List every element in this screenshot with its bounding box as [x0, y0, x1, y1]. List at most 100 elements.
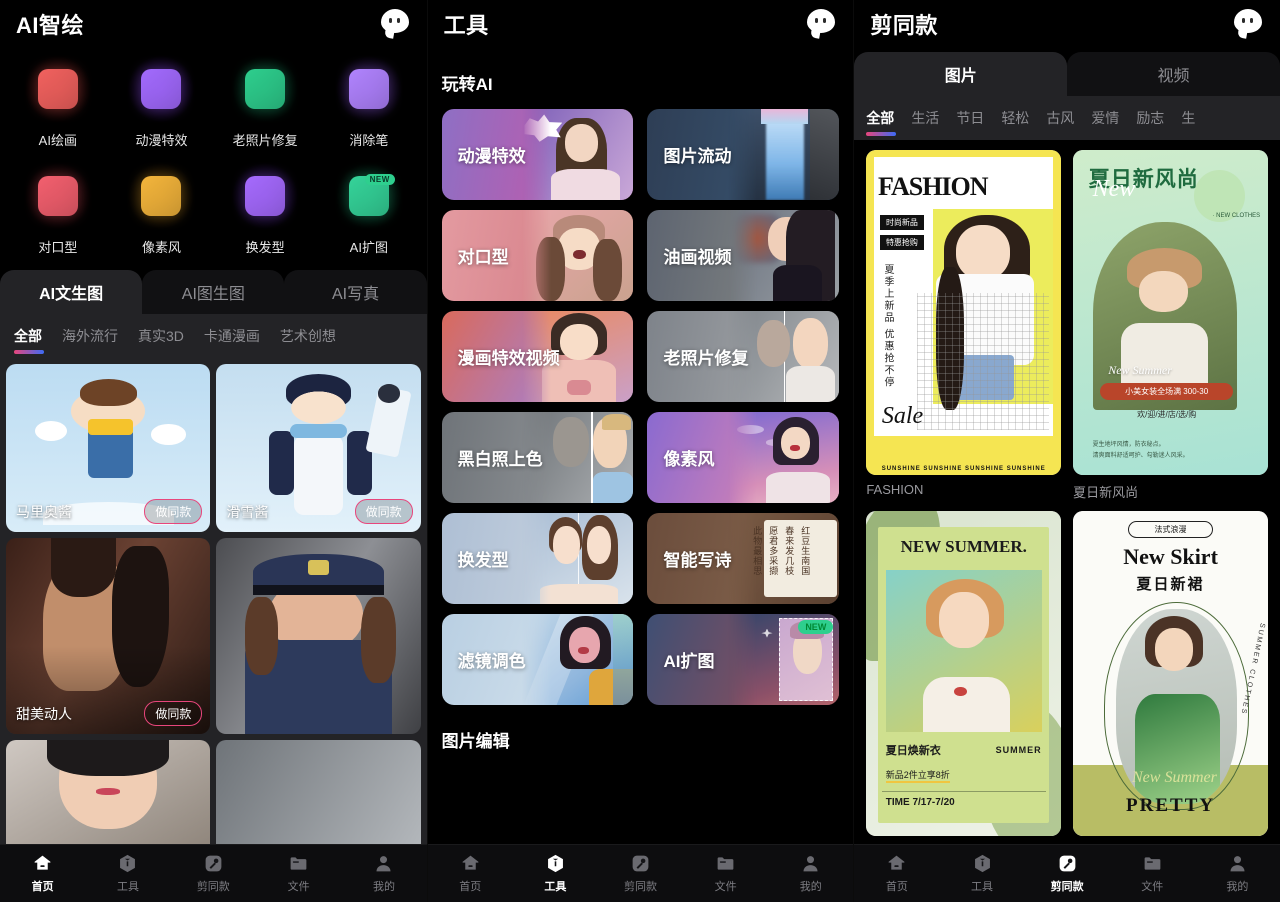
nav-item-label: 首页 [459, 878, 481, 894]
gallery-card[interactable]: 甜美动人做同款 [6, 538, 210, 734]
poster-script: New Summer [1100, 769, 1248, 787]
gallery-card[interactable]: 马里奥酱做同款 [6, 364, 210, 532]
magic-key-icon [630, 853, 651, 874]
tool-card[interactable]: 像素风 [647, 412, 839, 503]
poster-note: 夏生地坪风情，防衣秘点。 清爽面料舒适呵护、勾勒迷人风采。 [1093, 440, 1249, 462]
filter-1[interactable]: 海外流行 [62, 326, 118, 354]
nav-item-magic-key[interactable]: 剪同款 [1025, 853, 1110, 894]
nav-item-tools[interactable]: 工具 [85, 853, 170, 894]
nav-item-person[interactable]: 我的 [768, 853, 853, 894]
left-gallery: 马里奥酱做同款 滑雪酱做同款 甜美动人做同款 [0, 358, 427, 844]
tab-active-0[interactable]: 图片 [854, 52, 1067, 96]
nav-item-label: 剪同款 [1051, 878, 1084, 894]
filter-4[interactable]: 艺术创想 [280, 326, 336, 354]
filter-6[interactable]: 励志 [1136, 108, 1164, 136]
poster-vertical: 夏季上新品 优惠抢不停 [880, 264, 895, 389]
template-card[interactable]: NEW SUMMER. 夏日焕新衣 SUMMER 新品2件立享8折 TIME 7… [866, 511, 1061, 843]
tool-card[interactable]: 漫画特效视频 [442, 311, 634, 402]
nav-item-magic-key[interactable]: 剪同款 [171, 853, 256, 894]
filter-0[interactable]: 全部 [14, 326, 42, 354]
shortcut-eraser-icon[interactable]: 消除笔 [317, 56, 421, 149]
tool-card[interactable]: 黑白照上色 [442, 412, 634, 503]
tool-card[interactable]: 动漫特效 [442, 109, 634, 200]
shortcut-pen-draw-icon[interactable]: AI绘画 [6, 56, 110, 149]
tool-card[interactable]: 油画视频 [647, 210, 839, 301]
filter-4[interactable]: 古风 [1046, 108, 1074, 136]
shortcut-wrench-photo-icon[interactable]: 老照片修复 [213, 56, 317, 149]
nav-item-person[interactable]: 我的 [1195, 853, 1280, 894]
shortcut-hair-icon[interactable]: 换发型 [213, 163, 317, 256]
nav-item-folder[interactable]: 文件 [1110, 853, 1195, 894]
template-card[interactable]: 法式浪漫 New Skirt 夏日新裙 SUMMER CLOTHES New S… [1073, 511, 1268, 843]
shortcut-lips-icon[interactable]: 对口型 [6, 163, 110, 256]
shortcut-bear-anime-icon[interactable]: 动漫特效 [110, 56, 214, 149]
chat-bubble-icon[interactable] [381, 9, 411, 39]
chat-bubble-icon[interactable] [807, 9, 837, 39]
filter-0[interactable]: 全部 [866, 108, 894, 136]
poster-badge: 法式浪漫 [1128, 521, 1214, 538]
gallery-card[interactable]: 滑雪酱 做同款 [216, 364, 420, 532]
tab-2[interactable]: AI写真 [284, 270, 426, 314]
nav-item-tools[interactable]: 工具 [939, 853, 1024, 894]
tool-card[interactable]: 老照片修复 [647, 311, 839, 402]
tool-card[interactable]: AI扩图NEW [647, 614, 839, 705]
gallery-card[interactable] [6, 740, 210, 844]
chat-bubble-icon[interactable] [1234, 9, 1264, 39]
shortcut-label: 老照片修复 [233, 130, 298, 149]
nav-item-home[interactable]: 首页 [0, 853, 85, 894]
tool-card[interactable]: 滤镜调色 [442, 614, 634, 705]
filter-3[interactable]: 轻松 [1001, 108, 1029, 136]
tool-card[interactable]: 红豆生南国春来发几枝愿君多采撷此物最相思智能写诗 [647, 513, 839, 604]
screen-templates: 剪同款 图片视频 全部生活节日轻松古风爱情励志生 FASHION 时尚新品 特惠… [853, 0, 1280, 902]
bear-anime-icon-glow [128, 56, 194, 122]
template-grid: FASHION 时尚新品 特惠抢购 夏季上新品 优惠抢不停 Sale SUNSH… [854, 140, 1280, 844]
filter-2[interactable]: 真实3D [138, 326, 184, 354]
nav-item-person[interactable]: 我的 [341, 853, 426, 894]
gallery-card[interactable] [216, 740, 420, 844]
tool-card-art [728, 210, 839, 301]
poster-promo: 小美女装全场满 300-30 [1100, 383, 1233, 400]
template-card[interactable]: 夏日新风尚 New · NEW CLOTHES New Summer 小美女装全… [1073, 150, 1268, 501]
tool-card-art [522, 109, 633, 200]
filter-3[interactable]: 卡通漫画 [204, 326, 260, 354]
shortcut-expand-arrows-icon[interactable]: NEWAI扩图 [317, 163, 421, 256]
template-card[interactable]: FASHION 时尚新品 特惠抢购 夏季上新品 优惠抢不停 Sale SUNSH… [866, 150, 1061, 501]
left-gallery-scroll[interactable]: 马里奥酱做同款 滑雪酱做同款 甜美动人做同款 [0, 358, 427, 844]
nav-item-magic-key[interactable]: 剪同款 [598, 853, 683, 894]
poster-time: TIME 7/17-7/20 [886, 797, 955, 808]
poster-sub: 新品2件立享8折 [886, 768, 950, 783]
right-template-scroll[interactable]: FASHION 时尚新品 特惠抢购 夏季上新品 优惠抢不停 Sale SUNSH… [854, 140, 1280, 844]
make-same-button[interactable]: 做同款 [355, 499, 413, 524]
eraser-icon [349, 69, 389, 109]
tab-1[interactable]: AI图生图 [142, 270, 284, 314]
gallery-card[interactable] [216, 538, 420, 734]
tools-scroll[interactable]: 玩转AI动漫特效图片流动对口型油画视频漫画特效视频老照片修复黑白照上色像素风换发… [428, 48, 854, 844]
page-title-right: 剪同款 [870, 8, 938, 40]
tab-1[interactable]: 视频 [1067, 52, 1280, 96]
tool-card[interactable]: 图片流动 [647, 109, 839, 200]
filter-7[interactable]: 生 [1181, 108, 1195, 136]
filter-5[interactable]: 爱情 [1091, 108, 1119, 136]
tool-card[interactable]: 换发型 [442, 513, 634, 604]
shortcut-pixel-smile-icon[interactable]: 像素风 [110, 163, 214, 256]
tab-active-0[interactable]: AI文生图 [0, 270, 142, 314]
nav-item-folder[interactable]: 文件 [683, 853, 768, 894]
filter-1[interactable]: 生活 [911, 108, 939, 136]
poem-line: 此物最相思 [751, 526, 764, 576]
filter-2[interactable]: 节日 [956, 108, 984, 136]
new-badge: NEW [798, 620, 833, 634]
tools-icon [972, 853, 993, 874]
nav-item-home[interactable]: 首页 [854, 853, 939, 894]
nav-item-tools[interactable]: 工具 [513, 853, 598, 894]
poster-footer: SUNSHINE SUNSHINE SUNSHINE SUNSHINE [866, 466, 1061, 472]
tool-card-label: 像素风 [647, 445, 714, 470]
magic-key-icon [1057, 853, 1078, 874]
make-same-button[interactable]: 做同款 [144, 701, 202, 726]
gallery-card-caption: 滑雪酱 [226, 502, 268, 522]
nav-item-folder[interactable]: 文件 [256, 853, 341, 894]
make-same-button[interactable]: 做同款 [144, 499, 202, 524]
tool-card[interactable]: 对口型 [442, 210, 634, 301]
nav-item-home[interactable]: 首页 [428, 853, 513, 894]
poster-script: Sale [882, 403, 923, 430]
page-title-left: AI智绘 [16, 8, 84, 40]
